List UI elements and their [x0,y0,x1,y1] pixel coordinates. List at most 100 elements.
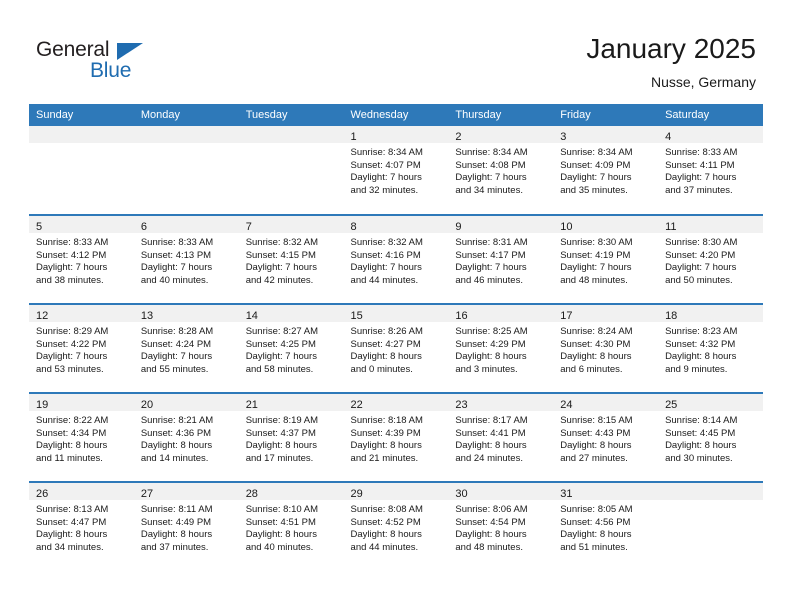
day-details: Sunrise: 8:22 AM Sunset: 4:34 PM Daylight:… [29,411,134,465]
day-details: Sunrise: 8:32 AM Sunset: 4:16 PM Daylight:… [344,233,449,287]
day-details: Sunrise: 8:30 AM Sunset: 4:19 PM Daylight:… [553,233,658,287]
daylight-text-line1: Daylight: 7 hours [560,262,632,274]
calendar-cell-empty [29,126,134,215]
calendar-cell-day[interactable]: 9 Sunrise: 8:31 AM Sunset: 4:17 PM Daylight… [448,214,554,304]
daylight-text-line1: Daylight: 7 hours [455,262,527,274]
calendar-cell-day[interactable]: 4 Sunrise: 8:33 AM Sunset: 4:11 PM Daylight… [658,126,763,215]
day-details: Sunrise: 8:33 AM Sunset: 4:13 PM Daylight:… [134,233,239,287]
day-cell: 18 Sunrise: 8:23 AM Sunset: 4:32 PM Dayligh… [658,305,763,392]
daylight-text-line1: Daylight: 7 hours [350,172,422,184]
sunrise-text: Sunrise: 8:08 AM [350,504,423,515]
day-cell: 30 Sunrise: 8:06 AM Sunset: 4:54 PM Dayligh… [448,483,554,570]
day-details: Sunrise: 8:25 AM Sunset: 4:29 PM Daylight:… [448,322,553,376]
day-number: 15 [350,310,363,322]
calendar-cell-day[interactable]: 20 Sunrise: 8:21 AM Sunset: 4:36 PM Dayligh… [133,392,239,482]
calendar-cell-day[interactable]: 17 Sunrise: 8:24 AM Sunset: 4:30 PM Dayligh… [553,303,659,393]
sunset-text: Sunset: 4:45 PM [665,427,736,439]
calendar-cell-day[interactable]: 6 Sunrise: 8:33 AM Sunset: 4:13 PM Daylight… [133,214,239,304]
calendar-cell-day[interactable]: 11 Sunrise: 8:30 AM Sunset: 4:20 PM Dayligh… [658,214,763,304]
day-number-band: 24 [553,394,659,411]
sunrise-text: Sunrise: 8:23 AM [665,326,738,337]
sunset-text: Sunset: 4:13 PM [140,249,212,261]
calendar-cell-day[interactable]: 1 Sunrise: 8:34 AM Sunset: 4:07 PM Daylight… [343,126,449,215]
day-cell: 2 Sunrise: 8:34 AM Sunset: 4:08 PM Daylight… [448,126,554,213]
calendar-cell-day[interactable]: 5 Sunrise: 8:33 AM Sunset: 4:12 PM Daylight… [29,214,134,304]
calendar-cell-day[interactable]: 7 Sunrise: 8:32 AM Sunset: 4:15 PM Daylight… [238,214,344,304]
day-number-band [658,483,763,500]
sunset-text: Sunset: 4:30 PM [560,338,631,350]
sunset-text: Sunset: 4:24 PM [140,338,212,350]
daylight-text-line1: Daylight: 7 hours [455,172,527,184]
daylight-text-line2: and 40 minutes. [140,274,209,286]
day-details: Sunrise: 8:15 AM Sunset: 4:43 PM Daylight:… [553,411,658,465]
day-number: 9 [455,221,462,233]
day-cell [133,126,239,213]
day-cell: 6 Sunrise: 8:33 AM Sunset: 4:13 PM Daylight… [133,216,239,303]
sunset-text: Sunset: 4:52 PM [350,516,421,528]
day-number-band: 7 [238,216,344,233]
calendar-cell-day[interactable]: 27 Sunrise: 8:11 AM Sunset: 4:49 PM Dayligh… [133,481,239,571]
calendar-cell-day[interactable]: 2 Sunrise: 8:34 AM Sunset: 4:08 PM Daylight… [448,126,554,215]
daylight-text-line2: and 44 minutes. [350,541,419,553]
day-number: 3 [560,131,567,143]
page-header: General Blue January 2025 Nusse, Germany [0,0,792,103]
day-number-band: 11 [658,216,763,233]
day-number-band: 16 [448,305,554,322]
calendar-cell-day[interactable]: 23 Sunrise: 8:17 AM Sunset: 4:41 PM Dayligh… [448,392,554,482]
daylight-text-line2: and 38 minutes. [36,274,104,286]
daylight-text-line1: Daylight: 8 hours [140,529,213,541]
daylight-text-line2: and 48 minutes. [455,541,523,553]
calendar-cell-day[interactable]: 30 Sunrise: 8:06 AM Sunset: 4:54 PM Dayligh… [448,481,554,571]
day-cell: 24 Sunrise: 8:15 AM Sunset: 4:43 PM Dayligh… [553,394,659,481]
day-number-band: 13 [133,305,239,322]
calendar-cell-day[interactable]: 16 Sunrise: 8:25 AM Sunset: 4:29 PM Dayligh… [448,303,554,393]
day-number: 1 [350,131,357,143]
calendar-cell-day[interactable]: 15 Sunrise: 8:26 AM Sunset: 4:27 PM Dayligh… [343,303,449,393]
day-cell: 27 Sunrise: 8:11 AM Sunset: 4:49 PM Dayligh… [133,483,239,570]
daylight-text-line1: Daylight: 7 hours [245,262,317,274]
sunrise-text: Sunrise: 8:34 AM [560,147,633,158]
calendar-cell-day[interactable]: 8 Sunrise: 8:32 AM Sunset: 4:16 PM Daylight… [343,214,449,304]
calendar-cell-day[interactable]: 22 Sunrise: 8:18 AM Sunset: 4:39 PM Dayligh… [343,392,449,482]
calendar-cell-day[interactable]: 28 Sunrise: 8:10 AM Sunset: 4:51 PM Dayligh… [238,481,344,571]
daylight-text-line2: and 40 minutes. [245,541,314,553]
daylight-text-line2: and 58 minutes. [245,363,314,375]
calendar-cell-day[interactable]: 14 Sunrise: 8:27 AM Sunset: 4:25 PM Dayligh… [238,303,344,393]
day-cell: 1 Sunrise: 8:34 AM Sunset: 4:07 PM Daylight… [343,126,449,213]
calendar-cell-day[interactable]: 31 Sunrise: 8:05 AM Sunset: 4:56 PM Dayligh… [553,481,659,571]
brand-logo[interactable]: General Blue [36,38,166,86]
calendar-cell-day[interactable]: 18 Sunrise: 8:23 AM Sunset: 4:32 PM Dayligh… [658,303,763,393]
day-details: Sunrise: 8:10 AM Sunset: 4:51 PM Daylight:… [239,500,344,554]
calendar-cell-day[interactable]: 10 Sunrise: 8:30 AM Sunset: 4:19 PM Dayligh… [553,214,659,304]
day-number-band: 26 [29,483,134,500]
day-number-band: 19 [29,394,134,411]
calendar-cell-day[interactable]: 12 Sunrise: 8:29 AM Sunset: 4:22 PM Dayligh… [29,303,134,393]
day-cell: 5 Sunrise: 8:33 AM Sunset: 4:12 PM Daylight… [29,216,134,303]
daylight-text-line1: Daylight: 7 hours [665,172,737,184]
sunrise-text: Sunrise: 8:18 AM [350,415,423,426]
day-number: 18 [665,310,678,322]
day-number: 5 [36,221,43,233]
calendar-cell-day[interactable]: 25 Sunrise: 8:14 AM Sunset: 4:45 PM Dayligh… [658,392,763,482]
sunset-text: Sunset: 4:37 PM [245,427,316,439]
day-cell: 13 Sunrise: 8:28 AM Sunset: 4:24 PM Dayligh… [133,305,239,392]
calendar-cell-day[interactable]: 29 Sunrise: 8:08 AM Sunset: 4:52 PM Dayligh… [343,481,449,571]
calendar-cell-day[interactable]: 3 Sunrise: 8:34 AM Sunset: 4:09 PM Daylight… [553,126,659,215]
sunset-text: Sunset: 4:36 PM [140,427,212,439]
sunrise-text: Sunrise: 8:33 AM [665,147,738,158]
day-details: Sunrise: 8:14 AM Sunset: 4:45 PM Daylight:… [658,411,763,465]
day-details: Sunrise: 8:33 AM Sunset: 4:11 PM Daylight:… [658,143,763,197]
daylight-text-line1: Daylight: 8 hours [560,351,632,363]
calendar-week-row: 26 Sunrise: 8:13 AM Sunset: 4:47 PM Dayligh… [29,481,763,571]
calendar-cell-day[interactable]: 19 Sunrise: 8:22 AM Sunset: 4:34 PM Dayligh… [29,392,134,482]
calendar-cell-day[interactable]: 26 Sunrise: 8:13 AM Sunset: 4:47 PM Dayligh… [29,481,134,571]
sunrise-text: Sunrise: 8:22 AM [36,415,109,426]
calendar-cell-day[interactable]: 21 Sunrise: 8:19 AM Sunset: 4:37 PM Dayligh… [238,392,344,482]
calendar-cell-day[interactable]: 13 Sunrise: 8:28 AM Sunset: 4:24 PM Dayligh… [133,303,239,393]
calendar-cell-day[interactable]: 24 Sunrise: 8:15 AM Sunset: 4:43 PM Dayligh… [553,392,659,482]
day-details: Sunrise: 8:31 AM Sunset: 4:17 PM Daylight:… [448,233,553,287]
sunset-text: Sunset: 4:25 PM [245,338,316,350]
day-number: 29 [350,488,363,500]
daylight-text-line2: and 0 minutes. [350,363,413,375]
day-cell: 26 Sunrise: 8:13 AM Sunset: 4:47 PM Dayligh… [29,483,134,570]
